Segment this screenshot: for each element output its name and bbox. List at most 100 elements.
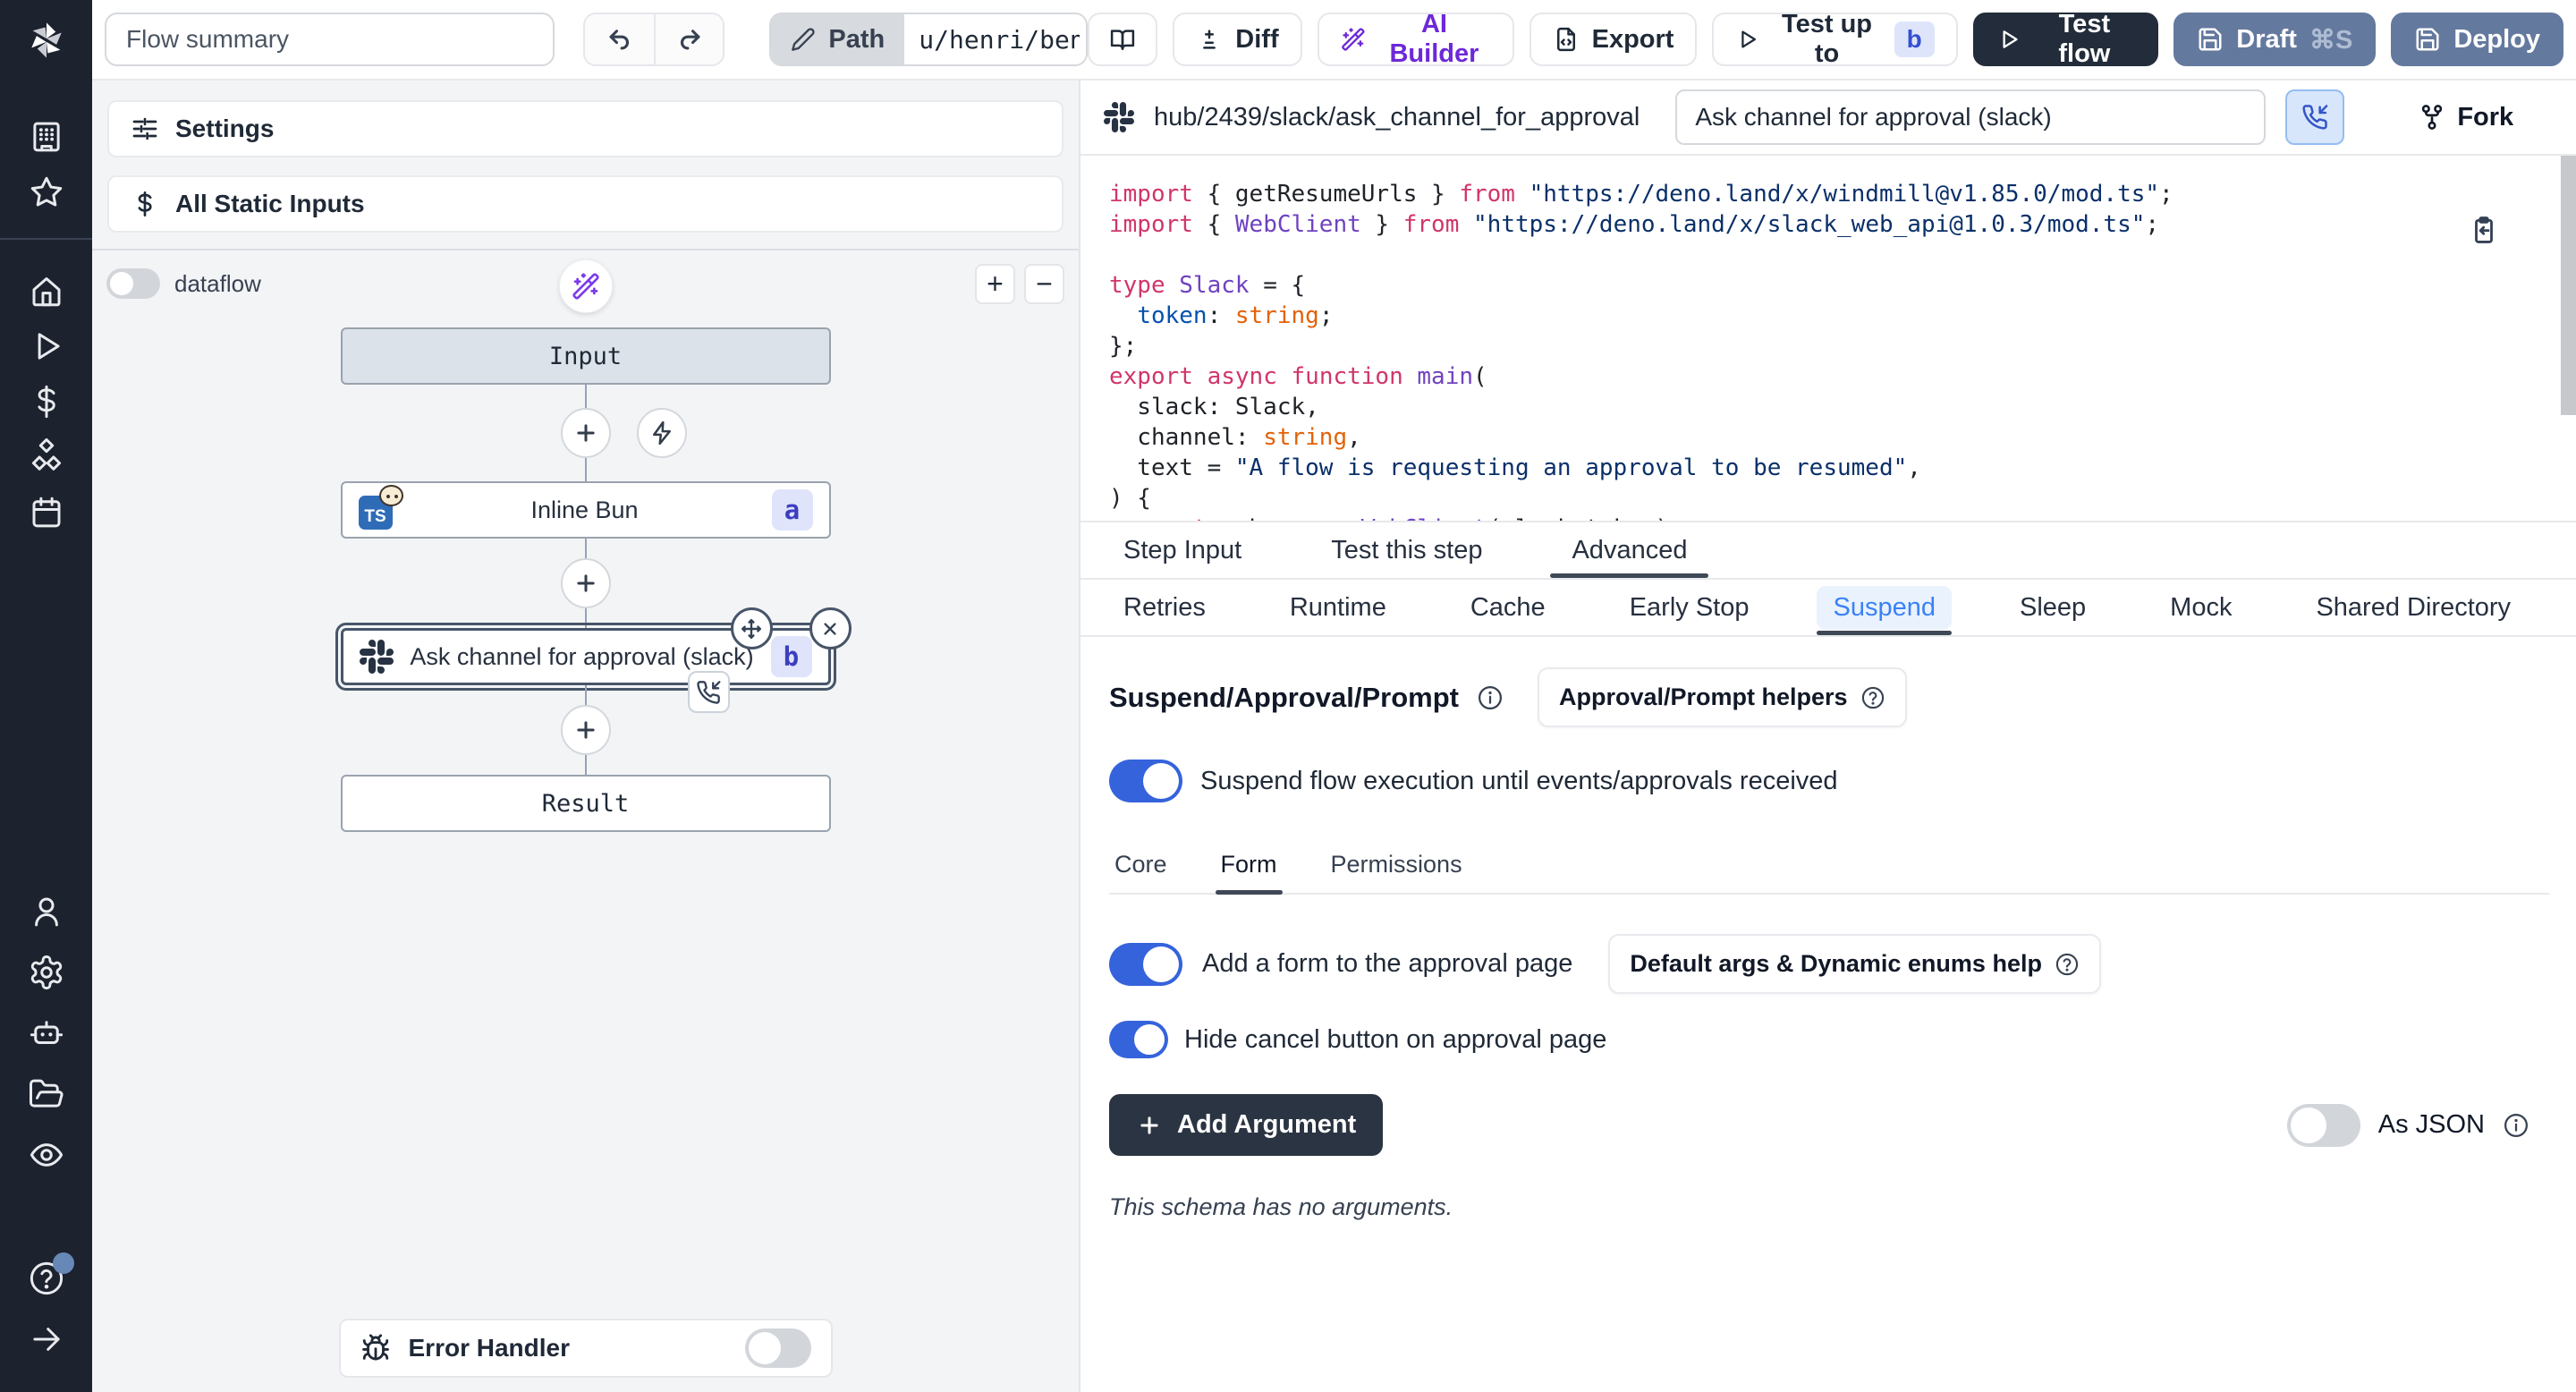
boxes-icon[interactable] [26,437,67,478]
ai-flow-button[interactable] [559,259,613,313]
tab-sleep[interactable]: Sleep [2004,580,2102,635]
dollar-icon[interactable] [26,381,67,422]
tab-runtime[interactable]: Runtime [1274,580,1402,635]
star-icon[interactable] [26,172,67,213]
move-step-handle[interactable] [731,607,773,649]
add-form-toggle[interactable] [1109,943,1182,986]
hub-path: hub/2439/slack/ask_channel_for_approval [1154,103,1640,132]
zoom-in-button[interactable]: + [975,264,1015,304]
subtab-form[interactable]: Form [1219,838,1279,893]
ai-builder-button[interactable]: AI Builder [1318,13,1514,66]
add-step-button[interactable] [561,705,611,755]
flow-settings-button[interactable]: Settings [107,100,1063,157]
wand-sparkles-icon [572,272,600,301]
default-args-help-button[interactable]: Default args & Dynamic enums help [1608,934,2101,994]
flow-summary-input[interactable] [105,13,555,66]
approval-helpers-button[interactable]: Approval/Prompt helpers [1538,667,1907,727]
zoom-out-button[interactable]: − [1024,264,1064,304]
robot-icon[interactable] [26,1013,67,1054]
eye-icon[interactable] [26,1134,67,1176]
add-step-button[interactable] [561,558,611,608]
code-line[interactable]: channel: string, [1109,422,2549,453]
step-b-node[interactable]: Ask channel for approval (slack) b [341,628,831,685]
windmill-logo[interactable] [0,0,92,81]
play-icon[interactable] [26,326,67,367]
code-line[interactable]: const web = new WebClient(slack.token); [1109,514,2549,522]
input-node[interactable]: Input [341,327,831,385]
path-value-input[interactable] [904,14,1088,64]
tab-mock[interactable]: Mock [2154,580,2248,635]
code-line[interactable]: text = "A flow is requesting an approval… [1109,453,2549,483]
step-id-badge: b [771,636,812,677]
dataflow-toggle[interactable] [106,268,160,299]
code-line[interactable]: export async function main( [1109,361,2549,392]
code-line[interactable]: import { WebClient } from "https://deno.… [1109,209,2549,240]
dollar-icon [131,190,159,218]
building-icon[interactable] [26,116,67,157]
add-step-button[interactable] [561,408,611,458]
tab-test-this-step[interactable]: Test this step [1315,522,1498,578]
test-flow-button[interactable]: Test flow [1973,13,2159,66]
trigger-button[interactable] [637,408,687,458]
tab-advanced[interactable]: Advanced [1555,522,1703,578]
tab-suspend[interactable]: Suspend [1817,580,1952,635]
draft-button[interactable]: Draft ⌘S [2174,13,2376,66]
info-icon[interactable] [1477,684,1504,711]
docs-button[interactable] [1088,13,1157,66]
as-json-toggle[interactable] [2287,1104,2360,1147]
result-node[interactable]: Result [341,775,831,832]
error-handler-toggle[interactable] [745,1328,811,1368]
step-a-node[interactable]: TS Inline Bun a [341,481,831,539]
error-handler-card[interactable]: Error Handler [339,1319,833,1378]
user-icon[interactable] [26,891,67,932]
code-line[interactable]: token: string; [1109,301,2549,331]
move-icon [740,617,763,641]
gear-icon[interactable] [26,952,67,993]
redo-button[interactable] [654,14,723,64]
code-scrollbar[interactable] [2561,156,2576,415]
tab-shared-directory[interactable]: Shared Directory [2300,580,2527,635]
step-header: hub/2439/slack/ask_channel_for_approval … [1080,81,2576,156]
subtab-permissions[interactable]: Permissions [1329,838,1464,893]
export-button[interactable]: Export [1530,13,1698,66]
info-icon[interactable] [2503,1112,2529,1139]
deploy-button[interactable]: Deploy [2391,13,2563,66]
all-static-inputs-button[interactable]: All Static Inputs [107,175,1063,233]
wand-sparkles-icon [1341,26,1366,53]
arrow-right-icon[interactable] [26,1319,67,1360]
folder-open-icon[interactable] [26,1074,67,1115]
approval-step-indicator[interactable] [688,671,730,713]
step-name-input[interactable] [1675,89,2266,145]
help-circle-icon[interactable] [26,1258,67,1299]
code-line[interactable] [1109,240,2549,270]
fork-button[interactable]: Fork [2418,103,2513,132]
code-content[interactable]: import { getResumeUrls } from "https://d… [1109,179,2549,522]
subtab-core[interactable]: Core [1113,838,1169,893]
clipboard-copy-icon[interactable] [2469,215,2499,245]
sliders-icon [131,115,159,143]
code-line[interactable]: }; [1109,331,2549,361]
home-icon[interactable] [26,270,67,311]
code-line[interactable]: slack: Slack, [1109,392,2549,422]
suspend-toggle[interactable] [1109,760,1182,802]
approval-mode-button[interactable] [2285,89,2344,145]
flow-canvas[interactable]: dataflow + − Input [92,250,1079,1392]
edit-path-button[interactable]: Path [771,14,904,64]
tab-step-input[interactable]: Step Input [1107,522,1258,578]
step-id-badge: a [772,489,813,530]
diff-button[interactable]: Diff [1173,13,1301,66]
tab-cache[interactable]: Cache [1454,580,1562,635]
tab-retries[interactable]: Retries [1107,580,1222,635]
undo-button[interactable] [585,14,654,64]
code-line[interactable]: ) { [1109,483,2549,514]
tab-early-stop[interactable]: Early Stop [1614,580,1766,635]
code-line[interactable]: type Slack = { [1109,270,2549,301]
code-editor[interactable]: import { getResumeUrls } from "https://d… [1080,156,2576,522]
calendar-icon[interactable] [26,492,67,533]
test-up-to-button[interactable]: Test up to b [1712,13,1957,66]
delete-step-button[interactable] [809,607,852,649]
suspend-title: Suspend/Approval/Prompt [1109,682,1459,714]
add-argument-button[interactable]: Add Argument [1109,1094,1383,1156]
hide-cancel-toggle[interactable] [1109,1021,1168,1058]
code-line[interactable]: import { getResumeUrls } from "https://d… [1109,179,2549,209]
